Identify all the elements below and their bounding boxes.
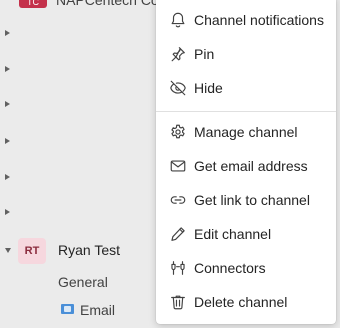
menu-item-pin[interactable]: Pin <box>156 37 336 71</box>
pencil-icon <box>168 224 188 244</box>
expand-caret-icon[interactable] <box>5 138 10 144</box>
collapse-caret-icon[interactable] <box>5 248 11 253</box>
bell-icon <box>168 10 188 30</box>
channel-item-general[interactable]: General <box>58 274 108 290</box>
gear-icon <box>168 122 188 142</box>
trash-icon <box>168 292 188 312</box>
menu-item-manage-channel[interactable]: Manage channel <box>156 115 336 149</box>
menu-item-hide[interactable]: Hide <box>156 71 336 105</box>
eye-off-icon <box>168 78 188 98</box>
channel-item-email[interactable]: Email <box>80 302 115 318</box>
menu-item-connectors[interactable]: Connectors <box>156 251 336 285</box>
expand-caret-icon[interactable] <box>5 209 10 215</box>
link-icon <box>168 190 188 210</box>
team-avatar[interactable]: RT <box>18 238 46 264</box>
menu-item-label: Delete channel <box>194 294 288 310</box>
connector-icon <box>168 258 188 278</box>
menu-item-get-link-to-channel[interactable]: Get link to channel <box>156 183 336 217</box>
expand-caret-icon[interactable] <box>5 66 10 72</box>
menu-item-label: Channel notifications <box>194 12 324 28</box>
menu-item-delete-channel[interactable]: Delete channel <box>156 285 336 319</box>
mail-icon <box>168 156 188 176</box>
menu-item-label: Hide <box>194 80 223 96</box>
expand-caret-icon[interactable] <box>5 101 10 107</box>
menu-item-label: Manage channel <box>194 124 298 140</box>
team-name[interactable]: NAPCentech Co <box>56 0 159 8</box>
email-channel-icon <box>61 304 74 314</box>
menu-item-label: Get email address <box>194 158 308 174</box>
menu-item-get-email-address[interactable]: Get email address <box>156 149 336 183</box>
channel-context-menu: Channel notifications Pin Hide Manage ch… <box>156 0 336 324</box>
team-name[interactable]: Ryan Test <box>58 242 120 258</box>
menu-item-channel-notifications[interactable]: Channel notifications <box>156 3 336 37</box>
menu-item-label: Pin <box>194 46 215 62</box>
menu-item-edit-channel[interactable]: Edit channel <box>156 217 336 251</box>
menu-item-label: Get link to channel <box>194 192 310 208</box>
expand-caret-icon[interactable] <box>5 30 10 36</box>
menu-item-label: Connectors <box>194 260 266 276</box>
menu-divider <box>156 111 336 112</box>
pin-icon <box>168 44 188 64</box>
team-avatar[interactable]: TC <box>19 0 47 8</box>
expand-caret-icon[interactable] <box>5 174 10 180</box>
menu-item-label: Edit channel <box>194 226 272 242</box>
